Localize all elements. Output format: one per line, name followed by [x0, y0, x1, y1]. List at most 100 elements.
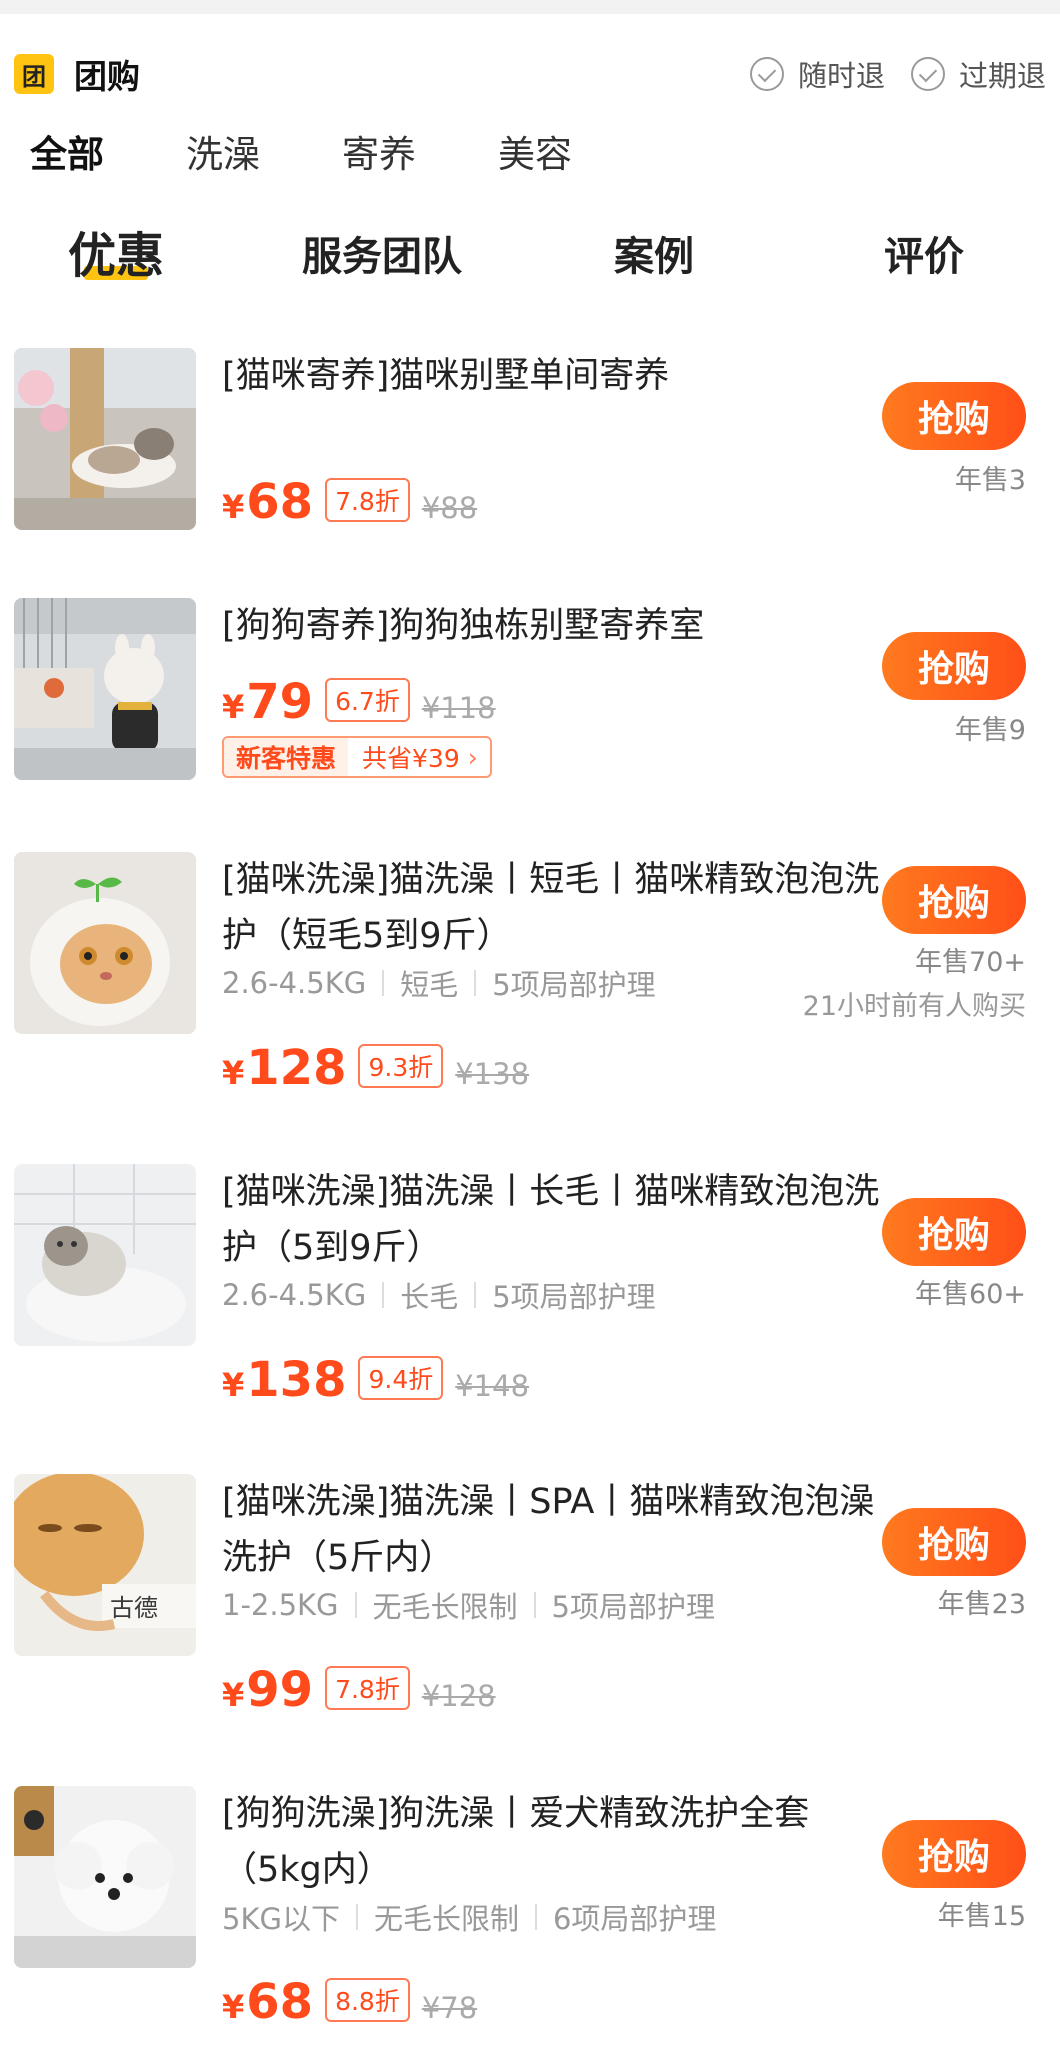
- category-tabs: 全部 洗澡 寄养 美容: [30, 124, 654, 178]
- promo-savings: 共省¥39: [362, 744, 460, 773]
- guarantee-refund-expired: 过期退: [910, 53, 1046, 95]
- currency-symbol: ¥: [222, 1988, 245, 2026]
- spec-divider: [354, 1592, 357, 1618]
- cat-on-scratching-post-photo-icon: [14, 348, 196, 530]
- current-price: 79: [246, 674, 314, 730]
- french-bulldog-photo-icon: [14, 598, 196, 780]
- currency-symbol: ¥: [222, 1366, 245, 1404]
- spec-divider: [533, 1592, 536, 1618]
- annual-sales: 年售9: [954, 715, 1026, 746]
- buy-button[interactable]: 抢购: [882, 866, 1026, 934]
- product-title: [猫咪洗澡]猫洗澡丨长毛丨猫咪精致泡泡洗护（5到9斤）: [222, 1172, 880, 1268]
- price-row: ¥ 68 8.8折 ¥78: [222, 1974, 477, 2030]
- section-tabs: 优惠 服务团队 案例 评价: [0, 210, 1060, 286]
- spec-care: 5项局部护理: [551, 1590, 715, 1624]
- tab-reviews[interactable]: 评价: [884, 224, 964, 282]
- discount-badge: 8.8折: [325, 1978, 410, 2022]
- long-hair-cat-photo-icon: [14, 1164, 196, 1346]
- guarantee-refund-anytime: 随时退: [749, 53, 885, 95]
- cat-spa-photo-icon: 古德: [14, 1474, 196, 1656]
- product-title: [狗狗寄养]狗狗独栋别墅寄养室: [222, 606, 705, 646]
- guarantee-label: 随时退: [797, 59, 885, 93]
- spec-coat: 无毛长限制: [373, 1902, 519, 1936]
- buy-button[interactable]: 抢购: [882, 632, 1026, 700]
- wet-cat-with-sprout-photo-icon: [14, 852, 196, 1034]
- current-price: 68: [246, 1974, 314, 2030]
- tab-bath[interactable]: 洗澡: [186, 124, 260, 178]
- spec-divider: [474, 970, 477, 996]
- product-title: [狗狗洗澡]狗洗澡丨爱犬精致洗护全套（5kg内）: [222, 1794, 810, 1890]
- current-price: 128: [246, 1040, 347, 1096]
- spec-weight: 2.6-4.5KG: [222, 966, 367, 1000]
- original-price: ¥118: [421, 691, 496, 725]
- spec-list: 2.6-4.5KG 短毛 5项局部护理: [222, 962, 656, 1004]
- tab-service-team[interactable]: 服务团队: [302, 224, 462, 282]
- annual-sales: 年售3: [954, 465, 1026, 496]
- check-circle-icon: [910, 57, 945, 91]
- buy-button[interactable]: 抢购: [882, 382, 1026, 450]
- original-price: ¥148: [455, 1369, 530, 1403]
- recent-purchase-note: 21小时前有人购买: [802, 991, 1026, 1022]
- group-buy-header: 团 团购 随时退 过期退: [14, 52, 1046, 96]
- tab-all[interactable]: 全部: [30, 124, 104, 178]
- annual-sales: 年售60+: [915, 1279, 1026, 1310]
- tab-grooming[interactable]: 美容: [498, 124, 572, 178]
- spec-divider: [474, 1282, 477, 1308]
- svg-text:古德: 古德: [110, 1594, 158, 1622]
- discount-badge: 7.8折: [325, 1666, 410, 1710]
- spec-divider: [355, 1904, 358, 1930]
- price-row: ¥ 99 7.8折 ¥128: [222, 1662, 496, 1718]
- spec-care: 6项局部护理: [552, 1902, 717, 1936]
- original-price: ¥128: [421, 1679, 496, 1713]
- price-row: ¥ 79 6.7折 ¥118: [222, 674, 496, 730]
- discount-badge: 7.8折: [325, 478, 410, 522]
- product-title: [猫咪寄养]猫咪别墅单间寄养: [222, 356, 670, 396]
- spec-list: 2.6-4.5KG 长毛 5项局部护理: [222, 1274, 656, 1316]
- top-bar: [0, 0, 1060, 14]
- original-price: ¥138: [455, 1057, 530, 1091]
- guarantee-label: 过期退: [958, 59, 1046, 93]
- chevron-right-icon: ›: [467, 742, 478, 772]
- price-row: ¥ 68 7.8折 ¥88: [222, 474, 477, 530]
- original-price: ¥78: [421, 1991, 478, 2025]
- product-title: [猫咪洗澡]猫洗澡丨SPA丨猫咪精致泡泡澡洗护（5斤内）: [222, 1482, 875, 1578]
- spec-weight: 5KG以下: [222, 1902, 340, 1936]
- promo-tag: 新客特惠: [224, 738, 349, 776]
- spec-coat: 短毛: [400, 968, 459, 1002]
- spec-list: 1-2.5KG 无毛长限制 5项局部护理: [222, 1584, 715, 1626]
- buy-button[interactable]: 抢购: [882, 1198, 1026, 1266]
- spec-coat: 无毛长限制: [372, 1590, 518, 1624]
- tab-boarding[interactable]: 寄养: [342, 124, 416, 178]
- spec-weight: 2.6-4.5KG: [222, 1278, 367, 1312]
- price-row: ¥ 138 9.4折 ¥148: [222, 1352, 529, 1408]
- spec-divider: [382, 970, 385, 996]
- discount-badge: 9.4折: [358, 1356, 444, 1400]
- spec-coat: 长毛: [400, 1280, 459, 1314]
- spec-divider: [534, 1904, 537, 1930]
- buy-button[interactable]: 抢购: [882, 1508, 1026, 1576]
- new-customer-promo[interactable]: 新客特惠 共省¥39 ›: [222, 736, 492, 778]
- currency-symbol: ¥: [222, 488, 245, 526]
- group-buy-logo-icon: 团: [14, 54, 54, 94]
- buy-button[interactable]: 抢购: [882, 1820, 1026, 1888]
- current-price: 138: [246, 1352, 347, 1408]
- spec-weight: 1-2.5KG: [222, 1588, 339, 1622]
- spec-care: 5项局部护理: [492, 1280, 656, 1314]
- price-row: ¥ 128 9.3折 ¥138: [222, 1040, 529, 1096]
- group-buy-title: 团购: [74, 57, 140, 96]
- spec-list: 5KG以下 无毛长限制 6项局部护理: [222, 1896, 716, 1938]
- spec-divider: [382, 1282, 385, 1308]
- discount-badge: 9.3折: [358, 1044, 444, 1088]
- product-title: [猫咪洗澡]猫洗澡丨短毛丨猫咪精致泡泡洗护（短毛5到9斤）: [222, 860, 880, 956]
- tab-deals[interactable]: 优惠: [68, 216, 164, 286]
- current-price: 68: [246, 474, 314, 530]
- currency-symbol: ¥: [222, 1676, 245, 1714]
- spec-care: 5项局部护理: [492, 968, 656, 1002]
- annual-sales: 年售15: [937, 1901, 1026, 1932]
- tab-cases[interactable]: 案例: [614, 224, 694, 282]
- annual-sales: 年售70+: [915, 947, 1026, 978]
- guarantee-list: 随时退 过期退: [724, 53, 1046, 95]
- check-circle-icon: [749, 57, 784, 91]
- current-price: 99: [246, 1662, 314, 1718]
- currency-symbol: ¥: [222, 1054, 245, 1092]
